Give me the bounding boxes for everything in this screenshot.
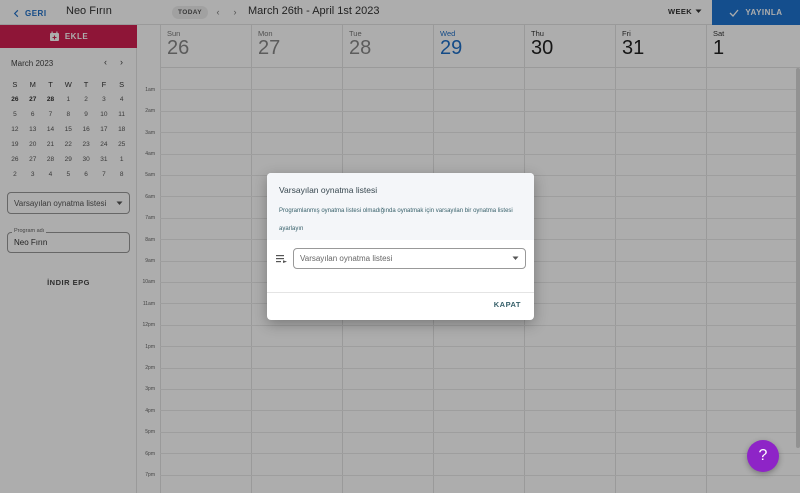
default-playlist-select[interactable]: Varsayılan oynatma listesi xyxy=(293,248,526,269)
help-button[interactable]: ? xyxy=(747,440,779,472)
dialog-description: Programlanmış oynatma listesi olmadığınd… xyxy=(279,208,513,232)
dialog-header: Varsayılan oynatma listesi Programlanmış… xyxy=(267,173,534,240)
dialog-footer-divider xyxy=(267,292,534,293)
close-button[interactable]: KAPAT xyxy=(494,300,521,309)
default-playlist-dialog: Varsayılan oynatma listesi Programlanmış… xyxy=(267,173,534,320)
playlist-icon xyxy=(276,255,287,263)
caret-down-icon xyxy=(512,256,519,260)
default-playlist-placeholder: Varsayılan oynatma listesi xyxy=(300,254,393,263)
dialog-title: Varsayılan oynatma listesi xyxy=(279,185,378,195)
